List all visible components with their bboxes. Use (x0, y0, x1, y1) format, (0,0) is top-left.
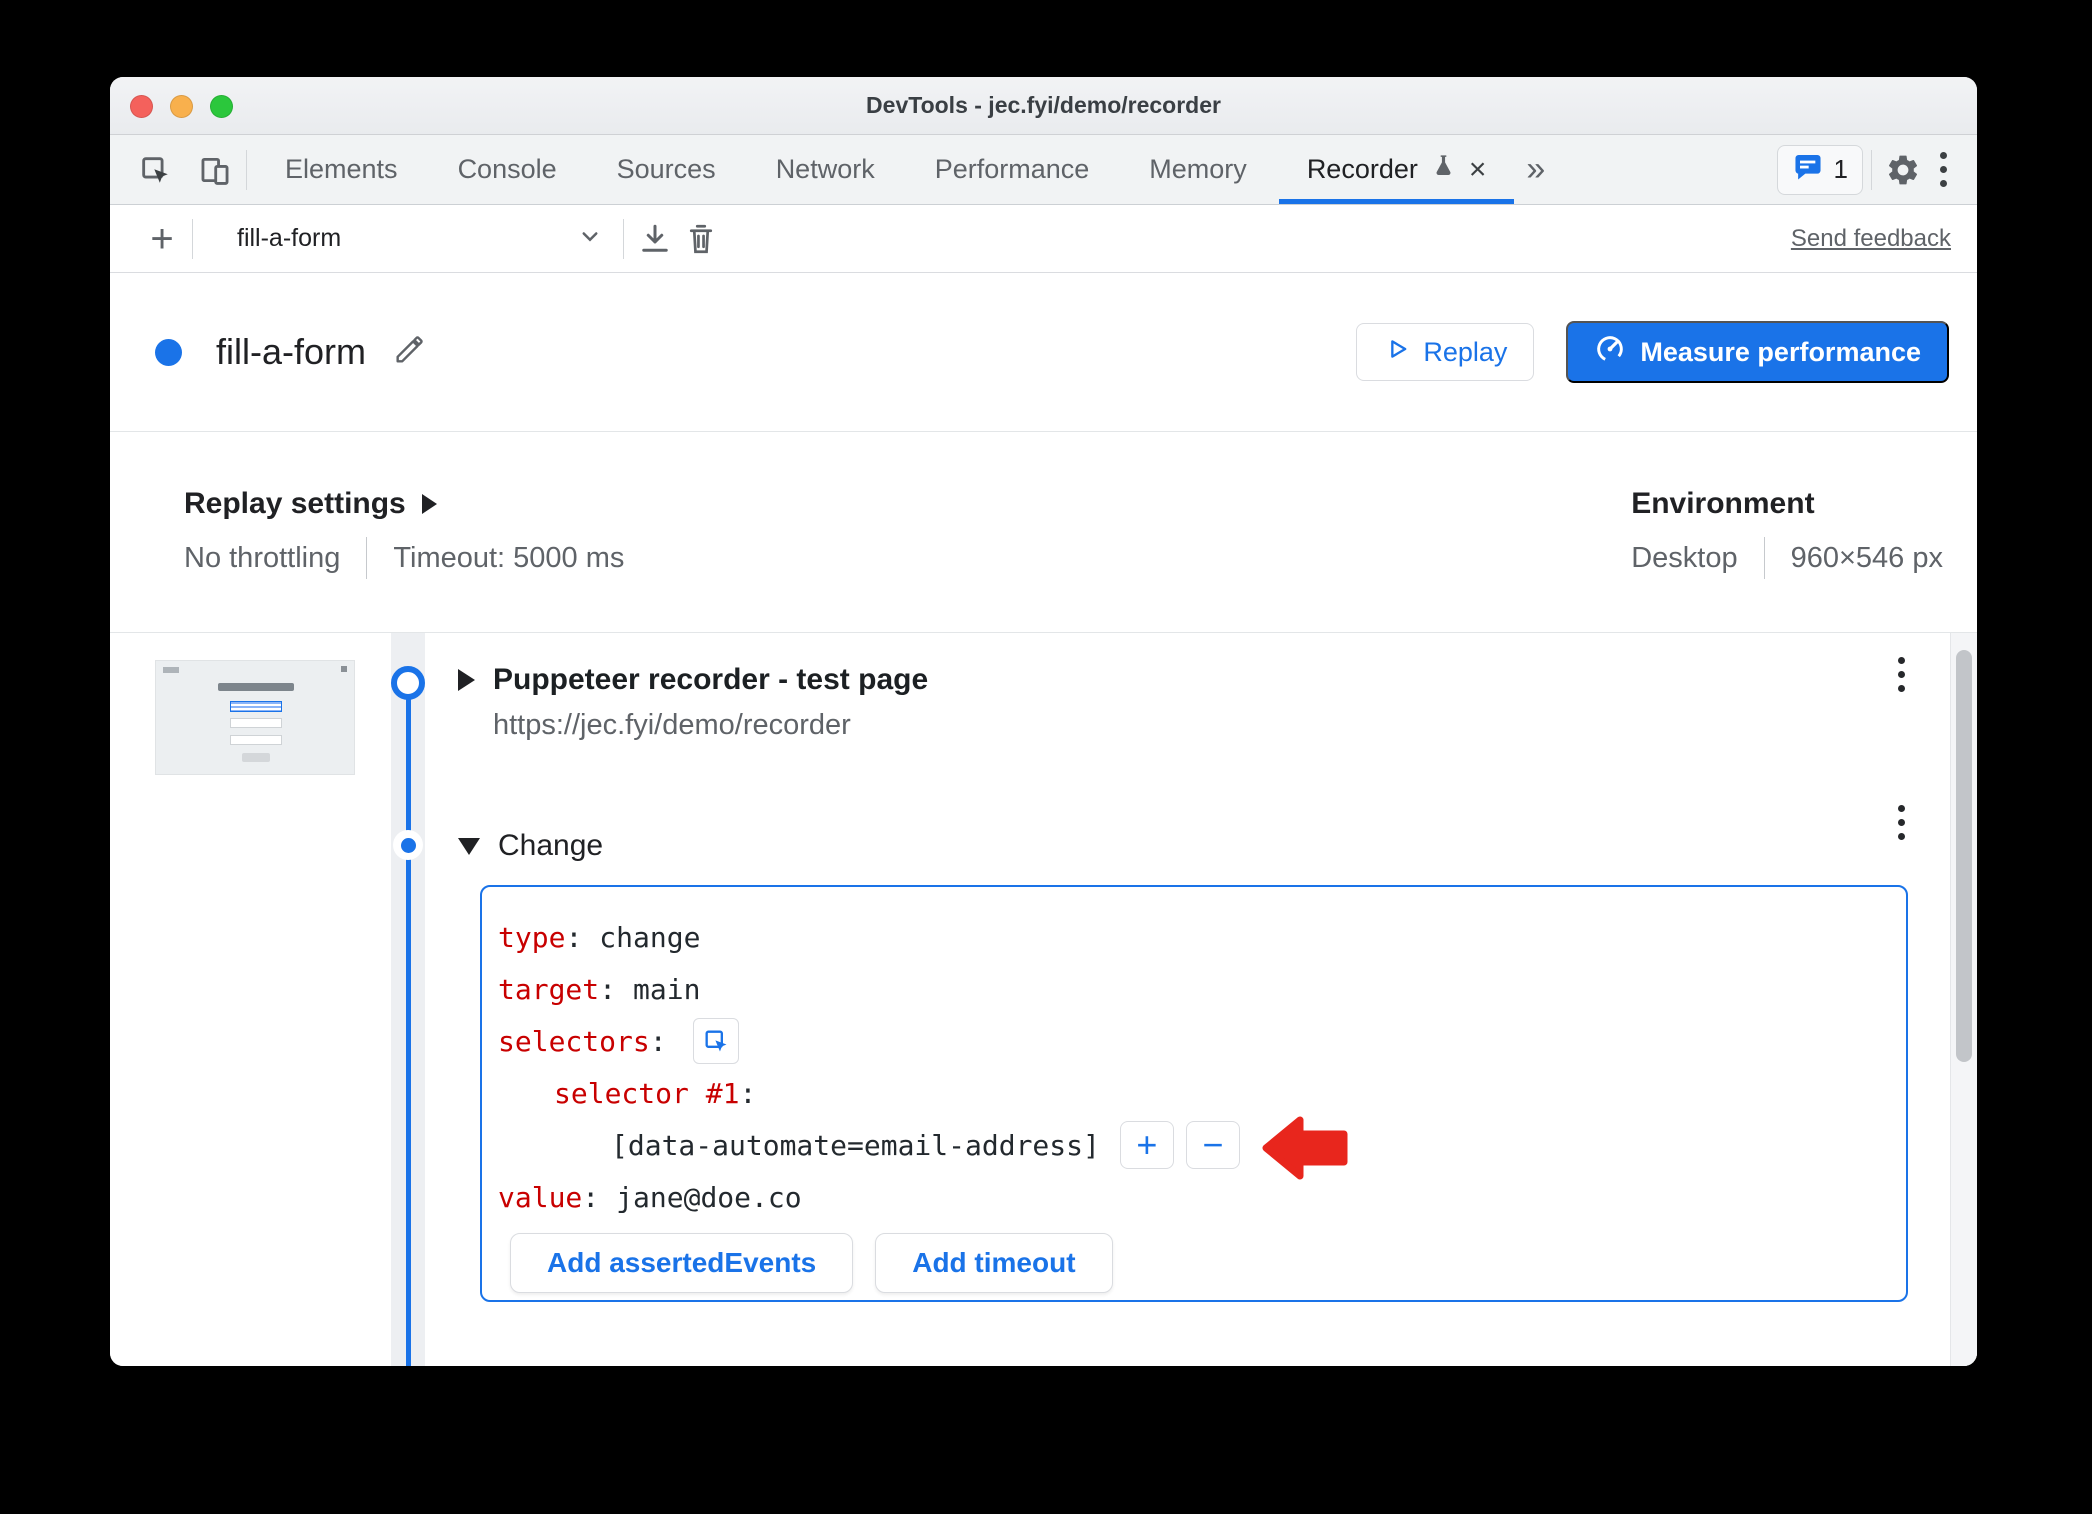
recorder-toolbar: + fill-a-form Send feedback (110, 205, 1977, 273)
add-selector-button[interactable]: + (1119, 1121, 1174, 1169)
tabbar-left-icons (110, 135, 238, 204)
pick-selector-button[interactable] (692, 1018, 739, 1064)
environment-values: Desktop 960×546 px (1631, 537, 1943, 579)
measure-performance-button[interactable]: Measure performance (1566, 321, 1949, 383)
step-change-marker[interactable] (393, 830, 423, 860)
send-feedback-link[interactable]: Send feedback (1791, 225, 1951, 253)
row-value: value: jane@doe.co (498, 1180, 802, 1214)
header-buttons: Replay Measure performance (1356, 321, 1949, 383)
close-window-button[interactable] (130, 95, 153, 118)
settings-separator (366, 537, 368, 579)
remove-selector-button[interactable]: − (1185, 1121, 1240, 1169)
inspect-element-icon[interactable] (132, 147, 178, 193)
step-change-title: Change (498, 829, 604, 862)
close-recorder-tab-icon[interactable]: × (1469, 154, 1487, 185)
tab-memory[interactable]: Memory (1119, 135, 1277, 204)
minimize-window-button[interactable] (170, 95, 193, 118)
settings-section: Replay settings No throttling Timeout: 5… (110, 432, 1977, 633)
timeline-line (406, 683, 411, 1366)
export-recording-icon[interactable] (632, 216, 678, 262)
add-asserted-events-button[interactable]: Add assertedEvents (510, 1233, 854, 1293)
devtools-tabbar: Elements Console Sources Network Perform… (110, 135, 1977, 205)
expand-right-icon (421, 494, 437, 514)
step-navigate-url: https://jec.fyi/demo/recorder (493, 709, 851, 741)
tab-recorder[interactable]: Recorder × (1277, 135, 1517, 204)
window-title: DevTools - jec.fyi/demo/recorder (866, 92, 1221, 118)
add-timeout-button[interactable]: Add timeout (875, 1233, 1113, 1293)
devtools-window: DevTools - jec.fyi/demo/recorder Element… (110, 77, 1977, 1366)
zoom-window-button[interactable] (210, 95, 233, 118)
tabbar-right-divider (1871, 149, 1872, 190)
environment-separator (1763, 537, 1765, 579)
tab-elements[interactable]: Elements (255, 135, 428, 204)
recording-status-dot (155, 338, 182, 366)
tab-performance[interactable]: Performance (905, 135, 1120, 204)
delete-recording-icon[interactable] (678, 216, 724, 262)
window-controls (130, 95, 233, 118)
replay-button[interactable]: Replay (1356, 323, 1535, 381)
device-toolbar-icon[interactable] (192, 147, 238, 193)
steps-section: Puppeteer recorder - test page https://j… (110, 633, 1977, 1366)
step-change[interactable]: Change (458, 829, 603, 863)
tab-network[interactable]: Network (746, 135, 905, 204)
row-target: target: main (498, 972, 701, 1006)
replay-settings-col: Replay settings No throttling Timeout: 5… (184, 487, 624, 632)
scrollbar-thumb[interactable] (1956, 650, 1972, 1062)
tab-console[interactable]: Console (428, 135, 587, 204)
replay-settings-toggle[interactable]: Replay settings (184, 487, 624, 521)
collapse-right-icon[interactable] (458, 669, 475, 691)
scrollbar[interactable] (1950, 633, 1977, 1366)
tabbar-right: 1 (1776, 135, 1977, 204)
play-icon (1383, 335, 1411, 370)
step-navigate-title: Puppeteer recorder - test page (493, 663, 929, 696)
page-thumbnail (155, 660, 355, 775)
settings-gear-icon[interactable] (1880, 147, 1926, 193)
replay-settings-values: No throttling Timeout: 5000 ms (184, 537, 624, 579)
more-tabs-icon[interactable]: » (1516, 135, 1555, 204)
add-recording-button[interactable]: + (140, 219, 184, 259)
step-change-editor: type: change target: main selectors: selec… (480, 885, 1908, 1302)
editor-actions: Add assertedEvents Add timeout (498, 1233, 1906, 1293)
experiment-flask-icon (1430, 151, 1457, 188)
step-change-menu-icon[interactable] (1898, 805, 1905, 840)
row-selectors: selectors: (498, 1015, 1906, 1067)
issues-bubble-icon (1792, 151, 1824, 188)
annotation-arrow-icon (1260, 1111, 1352, 1190)
row-type: type: change (498, 920, 701, 954)
timeout-value: Timeout: 5000 ms (393, 541, 625, 574)
toolbar-divider-1 (192, 218, 193, 259)
throttling-value: No throttling (184, 541, 341, 574)
row-selector-1: selector #1: (554, 1076, 757, 1110)
recording-select[interactable]: fill-a-form (215, 221, 615, 256)
expand-down-icon[interactable] (458, 837, 480, 855)
environment-col: Environment Desktop 960×546 px (1631, 487, 1943, 632)
issues-count: 1 (1833, 154, 1848, 184)
environment-heading: Environment (1631, 487, 1815, 520)
row-selector-value: [data-automate=email-address] + − (498, 1119, 1906, 1171)
device-value: Desktop (1631, 541, 1738, 574)
step-navigate-menu-icon[interactable] (1898, 657, 1905, 692)
toolbar-divider-2 (623, 218, 624, 259)
tab-sources[interactable]: Sources (587, 135, 746, 204)
chevron-down-icon (575, 221, 605, 256)
recording-select-value: fill-a-form (237, 224, 342, 252)
gauge-icon (1594, 333, 1626, 372)
recording-title: fill-a-form (216, 331, 366, 372)
issues-counter-button[interactable]: 1 (1776, 144, 1863, 195)
edit-title-icon[interactable] (392, 333, 426, 372)
viewport-value: 960×546 px (1790, 541, 1943, 574)
step-navigate-marker[interactable] (391, 666, 425, 700)
selector-value[interactable]: [data-automate=email-address] (611, 1129, 1100, 1162)
step-navigate[interactable]: Puppeteer recorder - test page https://j… (458, 663, 928, 742)
tabbar-divider (246, 149, 247, 190)
titlebar: DevTools - jec.fyi/demo/recorder (110, 77, 1977, 135)
overflow-menu-icon[interactable] (1926, 152, 1961, 187)
recording-header: fill-a-form Replay Measure performance (110, 273, 1977, 432)
